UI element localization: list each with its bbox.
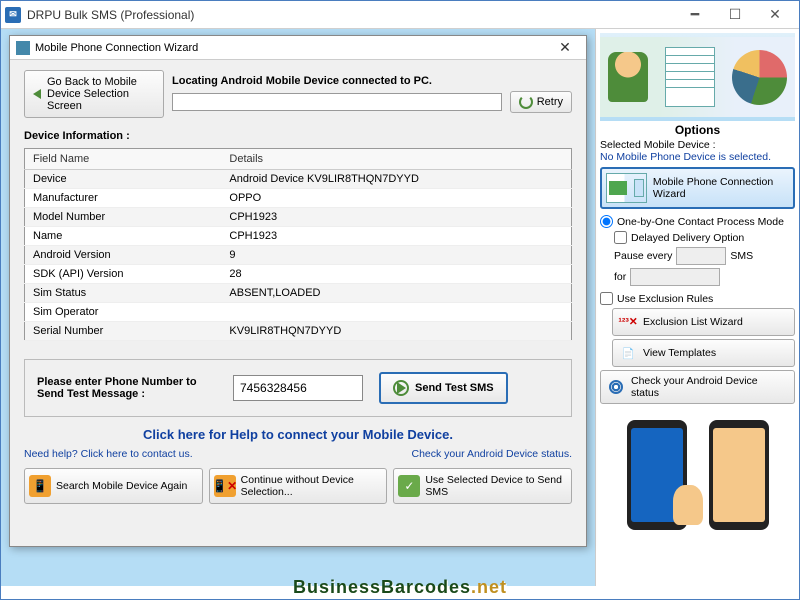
- spreadsheet-icon: [665, 47, 715, 107]
- table-row: Serial NumberKV9LIR8THQN7DYYD: [25, 322, 572, 341]
- pie-chart-icon: [732, 50, 787, 105]
- exclusion-list-wizard-button[interactable]: ¹²³✕ Exclusion List Wizard: [612, 308, 795, 336]
- selected-device-label: Selected Mobile Device :: [600, 139, 795, 151]
- refresh-icon: [519, 95, 533, 109]
- templates-icon: 📄: [619, 344, 637, 362]
- locating-label: Locating Android Mobile Device connected…: [172, 75, 572, 87]
- need-help-link[interactable]: Need help? Click here to contact us.: [24, 448, 193, 460]
- use-device-icon: ✓: [398, 475, 420, 497]
- window-title: DRPU Bulk SMS (Professional): [27, 8, 675, 22]
- progress-bar: [172, 93, 502, 111]
- retry-button[interactable]: Retry: [510, 91, 572, 113]
- table-row: NameCPH1923: [25, 227, 572, 246]
- phones-illustration: [600, 410, 795, 540]
- col-details: Details: [221, 149, 571, 170]
- arrow-left-icon: [33, 89, 41, 99]
- table-row: ManufacturerOPPO: [25, 189, 572, 208]
- close-button[interactable]: ✕: [755, 3, 795, 27]
- use-exclusion-checkbox[interactable]: Use Exclusion Rules: [600, 292, 795, 305]
- watermark: BusinessBarcodes.net: [0, 577, 800, 598]
- table-row: Sim Operator: [25, 303, 572, 322]
- view-templates-button[interactable]: 📄 View Templates: [612, 339, 795, 367]
- for-label: for: [614, 271, 626, 283]
- dialog-icon: [16, 41, 30, 55]
- main-content-area: Mobile Phone Connection Wizard ✕ Go Back…: [1, 29, 595, 586]
- pause-every-label: Pause every: [614, 250, 672, 262]
- process-mode-radio[interactable]: One-by-One Contact Process Mode: [600, 215, 795, 228]
- send-test-sms-button[interactable]: Send Test SMS: [379, 372, 508, 404]
- delayed-delivery-input[interactable]: [614, 231, 627, 244]
- search-device-again-button[interactable]: 📱 Search Mobile Device Again: [24, 468, 203, 504]
- device-info-heading: Device Information :: [24, 130, 572, 142]
- play-icon: [393, 380, 409, 396]
- check-status-link[interactable]: Check your Android Device status.: [412, 448, 573, 460]
- app-icon: ✉: [5, 7, 21, 23]
- dialog-title: Mobile Phone Connection Wizard: [35, 42, 550, 54]
- process-mode-radio-input[interactable]: [600, 215, 613, 228]
- options-heading: Options: [600, 123, 795, 137]
- connection-wizard-button[interactable]: Mobile Phone Connection Wizard: [600, 167, 795, 209]
- device-info-table: Field Name Details DeviceAndroid Device …: [24, 148, 572, 341]
- exclusion-icon: ¹²³✕: [619, 313, 637, 331]
- dialog-close-button[interactable]: ✕: [550, 39, 580, 56]
- table-row: DeviceAndroid Device KV9LIR8THQN7DYYD: [25, 170, 572, 189]
- go-back-button[interactable]: Go Back to Mobile Device Selection Scree…: [24, 70, 164, 118]
- test-phone-label: Please enter Phone Number to Send Test M…: [37, 376, 217, 400]
- table-row: Android Version9: [25, 246, 572, 265]
- table-row: Model NumberCPH1923: [25, 208, 572, 227]
- person-icon: [608, 52, 648, 102]
- main-window: ✉ DRPU Bulk SMS (Professional) ━ ☐ ✕ Mob…: [0, 0, 800, 600]
- connection-wizard-icon: [606, 173, 647, 203]
- search-device-icon: 📱: [29, 475, 51, 497]
- connection-wizard-dialog: Mobile Phone Connection Wizard ✕ Go Back…: [9, 35, 587, 547]
- no-device-icon: 📱✕: [214, 475, 236, 497]
- continue-without-device-button[interactable]: 📱✕ Continue without Device Selection...: [209, 468, 388, 504]
- hand-icon: [673, 485, 703, 525]
- sms-suffix-label: SMS: [730, 250, 753, 262]
- phone-mockup-2: [709, 420, 769, 530]
- use-exclusion-input[interactable]: [600, 292, 613, 305]
- selected-device-value: No Mobile Phone Device is selected.: [600, 151, 795, 163]
- use-selected-device-button[interactable]: ✓ Use Selected Device to Send SMS: [393, 468, 572, 504]
- test-phone-input[interactable]: [233, 375, 363, 401]
- table-row: SDK (API) Version28: [25, 265, 572, 284]
- check-device-status-button[interactable]: Check your Android Device status: [600, 370, 795, 404]
- col-field-name: Field Name: [25, 149, 222, 170]
- main-titlebar: ✉ DRPU Bulk SMS (Professional) ━ ☐ ✕: [1, 1, 799, 29]
- options-panel: Options Selected Mobile Device : No Mobi…: [595, 29, 799, 586]
- pause-for-input[interactable]: [630, 268, 720, 286]
- minimize-button[interactable]: ━: [675, 3, 715, 27]
- gear-icon: [607, 378, 625, 396]
- decorative-banner: [600, 33, 795, 121]
- dialog-titlebar: Mobile Phone Connection Wizard ✕: [10, 36, 586, 60]
- help-connect-link[interactable]: Click here for Help to connect your Mobi…: [24, 427, 572, 442]
- pause-every-input[interactable]: [676, 247, 726, 265]
- maximize-button[interactable]: ☐: [715, 3, 755, 27]
- test-message-panel: Please enter Phone Number to Send Test M…: [24, 359, 572, 417]
- delayed-delivery-checkbox[interactable]: Delayed Delivery Option: [614, 231, 795, 244]
- table-row: Sim StatusABSENT,LOADED: [25, 284, 572, 303]
